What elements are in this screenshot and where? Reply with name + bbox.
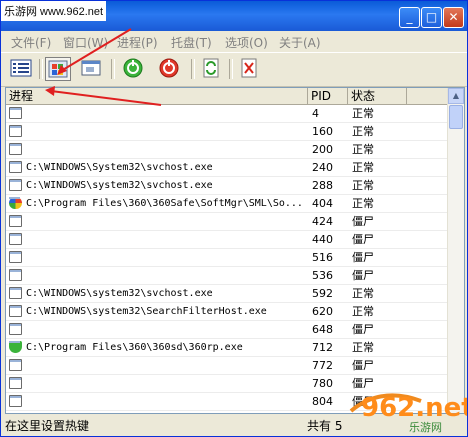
process-path	[26, 267, 308, 284]
process-pid: 592	[312, 287, 333, 300]
table-row[interactable]: C:\WINDOWS\System32\svchost.exe 240 正常	[6, 159, 447, 177]
table-row[interactable]: C:\WINDOWS\system32\svchost.exe 592 正常	[6, 285, 447, 303]
status-count: 共有 5	[307, 419, 343, 433]
process-status: 正常	[352, 161, 374, 174]
table-row[interactable]: C:\Program Files\360\360Safe\SoftMgr\SML…	[6, 195, 447, 213]
process-pid: 712	[312, 341, 333, 354]
watermark-logo-subtext: 乐游网	[409, 421, 442, 434]
annotation-arrow	[60, 28, 132, 72]
process-path: C:\WINDOWS\system32\SearchFilterHost.exe	[26, 306, 267, 317]
process-table: 进程 PID 状态 4 正常 160 正常 200 正常 C:\WINDOWS\System…	[5, 87, 465, 414]
process-path	[26, 375, 308, 392]
table-row[interactable]: 772 僵尸	[6, 357, 447, 375]
status-hotkey-text: 在这里设置热键	[5, 419, 90, 433]
process-path	[26, 357, 308, 374]
arrowhead-icon	[57, 65, 67, 75]
process-pid: 288	[312, 179, 333, 192]
table-row[interactable]: C:\WINDOWS\system32\SearchFilterHost.exe…	[6, 303, 447, 321]
table-row[interactable]: 424 僵尸	[6, 213, 447, 231]
table-row[interactable]: 160 正常	[6, 123, 447, 141]
process-path	[26, 249, 308, 266]
file-icon	[9, 215, 22, 227]
app-window: ... _ □ ✕ 乐游网 www.962.net 文件(F) 窗口(W) 进程…	[0, 0, 468, 437]
process-path: C:\Program Files\360\360sd\360rp.exe	[26, 342, 243, 353]
file-icon	[9, 233, 22, 245]
process-pid: 200	[312, 143, 333, 156]
vertical-scrollbar[interactable]: ▲	[447, 88, 464, 413]
table-body: 4 正常 160 正常 200 正常 C:\WINDOWS\System32\svchost…	[6, 105, 447, 413]
table-row[interactable]: 516 僵尸	[6, 249, 447, 267]
process-status: 僵尸	[352, 359, 374, 372]
process-path: C:\WINDOWS\system32\svchost.exe	[26, 180, 213, 191]
process-pid: 620	[312, 305, 333, 318]
process-status: 正常	[352, 287, 374, 300]
process-pid: 772	[312, 359, 333, 372]
process-pid: 424	[312, 215, 333, 228]
file-icon	[9, 323, 22, 335]
table-row[interactable]: C:\Program Files\360\360sd\360rp.exe 712 正…	[6, 339, 447, 357]
process-status: 正常	[352, 341, 374, 354]
table-row[interactable]: C:\WINDOWS\system32\svchost.exe 288 正常	[6, 177, 447, 195]
process-pid: 440	[312, 233, 333, 246]
annotation-arrows	[45, 28, 162, 106]
process-status: 僵尸	[352, 251, 374, 264]
process-status: 正常	[352, 179, 374, 192]
annotation-arrow	[50, 90, 162, 106]
process-path	[26, 321, 308, 338]
process-status: 正常	[352, 197, 374, 210]
file-icon	[9, 125, 22, 137]
process-status: 正常	[352, 125, 374, 138]
process-path	[26, 141, 308, 158]
table-row[interactable]: 200 正常	[6, 141, 447, 159]
watermark-logo-text: 962.net	[361, 393, 467, 423]
process-pid: 536	[312, 269, 333, 282]
file-icon	[9, 179, 22, 191]
file-icon	[9, 287, 22, 299]
table-row[interactable]: 440 僵尸	[6, 231, 447, 249]
site-logo-watermark: 962.net 乐游网	[349, 393, 467, 434]
process-status: 僵尸	[352, 323, 374, 336]
shield-icon	[9, 341, 22, 353]
file-icon	[9, 161, 22, 173]
process-path	[26, 123, 308, 140]
process-pid: 240	[312, 161, 333, 174]
process-path: C:\Program Files\360\360Safe\SoftMgr\SML…	[26, 198, 303, 209]
file-icon	[9, 143, 22, 155]
file-icon	[9, 377, 22, 389]
process-status: 僵尸	[352, 269, 374, 282]
process-path	[26, 231, 308, 248]
file-icon	[9, 359, 22, 371]
process-status: 正常	[352, 143, 374, 156]
360-app-icon	[9, 197, 22, 209]
file-icon	[9, 269, 22, 281]
arrowhead-icon	[45, 86, 55, 96]
file-icon	[9, 251, 22, 263]
table-row[interactable]: 648 僵尸	[6, 321, 447, 339]
process-pid: 160	[312, 125, 333, 138]
file-icon	[9, 305, 22, 317]
process-pid: 404	[312, 197, 333, 210]
table-row[interactable]: 536 僵尸	[6, 267, 447, 285]
process-path: C:\WINDOWS\System32\svchost.exe	[26, 162, 213, 173]
process-path	[26, 393, 308, 410]
process-path	[26, 213, 308, 230]
process-status: 正常	[352, 305, 374, 318]
process-status: 僵尸	[352, 215, 374, 228]
process-pid: 648	[312, 323, 333, 336]
file-icon	[9, 395, 22, 407]
process-path: C:\WINDOWS\system32\svchost.exe	[26, 288, 213, 299]
process-status: 僵尸	[352, 233, 374, 246]
process-pid: 516	[312, 251, 333, 264]
